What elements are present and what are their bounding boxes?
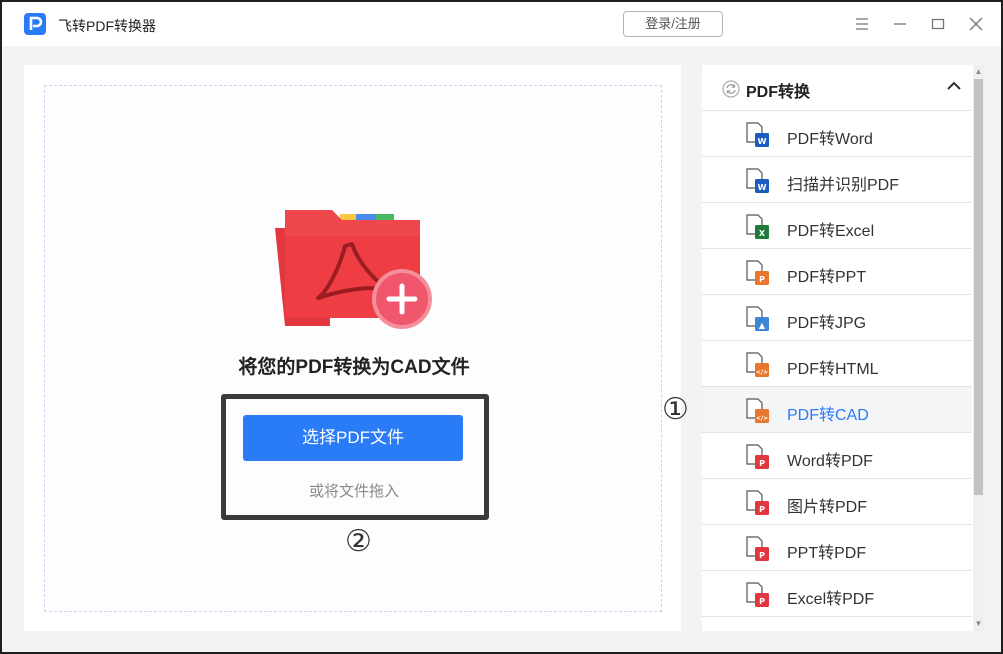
sidebar-item-label: PDF转Word <box>787 131 873 148</box>
excel-file-icon: X <box>746 214 769 239</box>
svg-text:▲: ▲ <box>759 321 766 330</box>
sidebar-item[interactable]: P Excel转PDF <box>702 571 972 617</box>
sidebar-item[interactable]: </> PDF转HTML <box>702 341 972 387</box>
annotation-marker-2: ② <box>345 524 372 559</box>
sidebar-item[interactable]: W 扫描并识别PDF <box>702 157 972 203</box>
svg-text:</>: </> <box>756 415 768 422</box>
pdf-file-icon: P <box>746 490 769 515</box>
svg-text:P: P <box>759 275 765 284</box>
svg-text:W: W <box>758 183 767 192</box>
pdf-folder-add-icon <box>275 210 432 329</box>
svg-text:P: P <box>759 505 765 514</box>
convert-cycle-icon <box>722 80 740 98</box>
svg-text:P: P <box>759 459 765 468</box>
sidebar-item[interactable]: P Word转PDF <box>702 433 972 479</box>
sidebar-item-label: Word转PDF <box>787 453 873 470</box>
minimize-icon[interactable] <box>888 12 912 36</box>
scroll-up-icon[interactable]: ▲ <box>974 67 983 77</box>
svg-text:</>: </> <box>756 369 768 376</box>
sidebar-item[interactable]: ▲ PDF转JPG <box>702 295 972 341</box>
sidebar-section-title: PDF转换 <box>746 84 811 101</box>
select-pdf-button[interactable]: 选择PDF文件 <box>243 415 463 461</box>
svg-text:P: P <box>759 597 765 606</box>
sidebar-item-label: Excel转PDF <box>787 591 875 608</box>
sidebar-scrollbar[interactable]: ▲ ▼ <box>973 65 984 631</box>
app-window: 飞转PDF转换器 登录/注册 将您的PDF转换为CAD文件 选择PDF文件 或将… <box>0 0 1003 654</box>
svg-text:W: W <box>758 137 767 146</box>
word-file-icon: W <box>746 122 769 147</box>
scroll-down-icon[interactable]: ▼ <box>974 619 983 629</box>
sidebar-item[interactable]: </> PDF转CAD <box>702 387 972 433</box>
annotation-marker-1: ① <box>662 392 689 427</box>
html-file-icon: </> <box>746 352 769 377</box>
sidebar-item-label: 图片转PDF <box>787 499 868 516</box>
sidebar-item[interactable]: W PDF转Word <box>702 111 972 157</box>
sidebar-item-label: PDF转PPT <box>787 269 867 286</box>
ocr-file-icon: W <box>746 168 769 193</box>
app-logo-icon <box>24 13 46 35</box>
svg-text:X: X <box>759 229 766 238</box>
app-title: 飞转PDF转换器 <box>58 18 156 34</box>
sidebar-item-label: PDF转JPG <box>787 315 867 332</box>
menu-icon[interactable] <box>850 12 874 36</box>
drop-zone-heading: 将您的PDF转换为CAD文件 <box>238 357 470 378</box>
scrollbar-thumb[interactable] <box>974 79 983 495</box>
sidebar-item-label: PDF转CAD <box>787 407 869 424</box>
chevron-up-icon[interactable] <box>946 79 962 93</box>
sidebar-item[interactable]: P PDF转PPT <box>702 249 972 295</box>
sidebar-section-header[interactable]: PDF转换 <box>702 65 972 111</box>
drag-hint-text: 或将文件拖入 <box>308 483 399 500</box>
sidebar-item[interactable]: P 图片转PDF <box>702 479 972 525</box>
sidebar-item-label: PDF转Excel <box>787 223 875 240</box>
pdf-file-icon: P <box>746 444 769 469</box>
cad-file-icon: </> <box>746 398 769 423</box>
close-icon[interactable] <box>964 12 988 36</box>
login-register-button[interactable]: 登录/注册 <box>623 11 723 37</box>
maximize-icon[interactable] <box>926 12 950 36</box>
image-file-icon: ▲ <box>746 306 769 331</box>
conversion-menu-list: W PDF转Word W 扫描并识别PDF X PDF转Excel P PDF转PPT ▲ PDF… <box>702 111 972 617</box>
ppt-file-icon: P <box>746 260 769 285</box>
pdf-file-icon: P <box>746 582 769 607</box>
svg-text:P: P <box>759 551 765 560</box>
title-bar: 飞转PDF转换器 登录/注册 <box>2 2 1001 46</box>
sidebar-item[interactable]: X PDF转Excel <box>702 203 972 249</box>
pdf-file-icon: P <box>746 536 769 561</box>
sidebar-item-label: 扫描并识别PDF <box>787 177 900 194</box>
sidebar-item[interactable]: P PPT转PDF <box>702 525 972 571</box>
sidebar-item-label: PPT转PDF <box>787 545 867 562</box>
sidebar-item-label: PDF转HTML <box>787 361 879 378</box>
conversion-sidebar: PDF转换 W PDF转Word W 扫描并识别PDF X PDF转Excel P PDF转P… <box>702 65 984 631</box>
